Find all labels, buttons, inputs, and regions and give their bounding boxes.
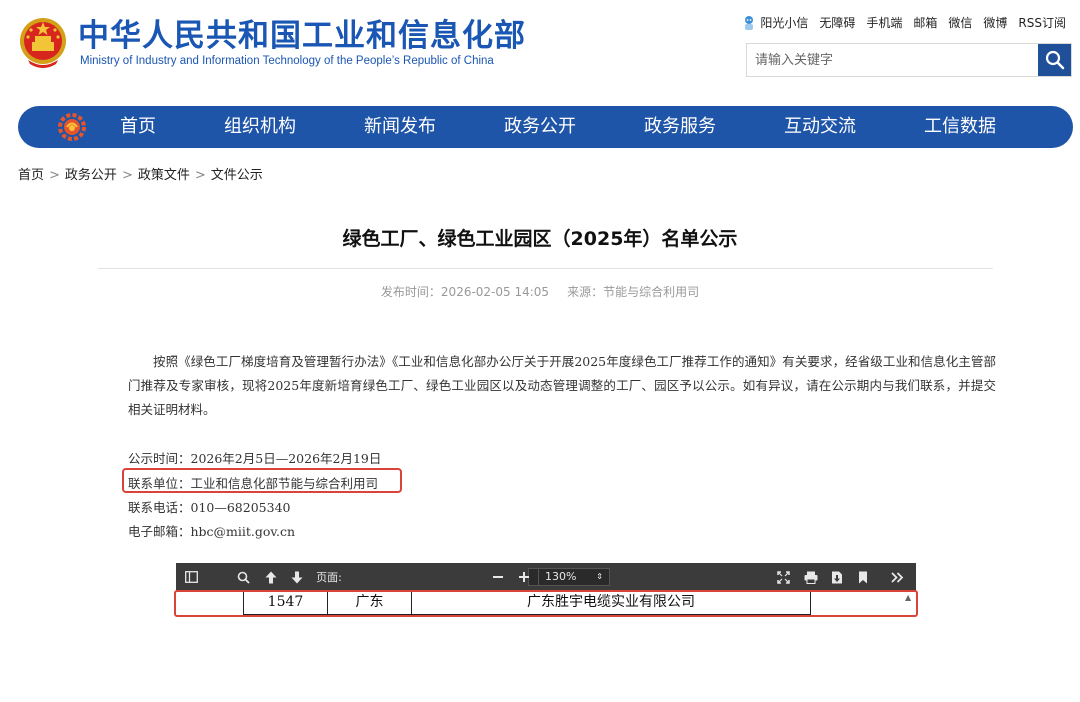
- breadcrumb-separator: >: [49, 168, 60, 183]
- site-title: 中华人民共和国工业和信息化部: [78, 18, 526, 54]
- link-sunshine-assistant[interactable]: 阳光小信: [760, 14, 808, 31]
- pdf-find-button[interactable]: [232, 563, 254, 591]
- fullscreen-icon: [776, 570, 790, 584]
- next-page-button[interactable]: [286, 563, 308, 591]
- pdf-row-highlight: [174, 590, 918, 617]
- breadcrumb-separator: >: [121, 168, 133, 183]
- chevron-updown-icon: ⇕: [596, 572, 603, 581]
- breadcrumb-file-notice[interactable]: 文件公示: [211, 168, 263, 183]
- toggle-sidebar-button[interactable]: [180, 563, 202, 591]
- nav-home[interactable]: 首页: [120, 106, 156, 148]
- contact-unit-highlight: [122, 468, 402, 493]
- nav-interaction[interactable]: 互动交流: [784, 106, 856, 148]
- link-rss[interactable]: RSS订阅: [1018, 14, 1066, 31]
- robot-icon: [745, 15, 754, 30]
- link-accessibility[interactable]: 无障碍: [819, 14, 855, 31]
- link-mailbox[interactable]: 邮箱: [913, 14, 937, 31]
- print-button[interactable]: [800, 563, 822, 591]
- download-icon: [832, 571, 842, 583]
- link-weibo[interactable]: 微博: [983, 14, 1007, 31]
- sidebar-toggle-icon: [184, 571, 198, 583]
- link-wechat[interactable]: 微信: [948, 14, 972, 31]
- search-input[interactable]: [747, 44, 1037, 76]
- article-title: 绿色工厂、绿色工业园区（2025年）名单公示: [342, 228, 738, 250]
- notice-period: 公示时间：2026年2月5日—2026年2月19日: [128, 451, 382, 466]
- zoom-out-button[interactable]: [488, 563, 508, 591]
- site-subtitle-en: Ministry of Industry and Information Tec…: [80, 55, 494, 67]
- nav-news[interactable]: 新闻发布: [364, 106, 436, 148]
- presentation-mode-button[interactable]: [772, 563, 794, 591]
- scroll-up-arrow-icon[interactable]: ▲: [905, 593, 911, 602]
- zoom-select[interactable]: 130% ⇕: [538, 568, 610, 586]
- download-button[interactable]: [826, 563, 848, 591]
- nav-services[interactable]: 政务服务: [644, 106, 716, 148]
- top-links: 阳光小信 无障碍 手机端 邮箱 微信 微博 RSS订阅: [742, 14, 1066, 31]
- page-label: 页面:: [316, 571, 342, 584]
- plus-icon: [519, 572, 529, 582]
- find-icon: [237, 571, 250, 584]
- contact-phone: 联系电话：010—68205340: [128, 500, 291, 515]
- tools-button[interactable]: [886, 563, 908, 591]
- nav-data[interactable]: 工信数据: [924, 106, 996, 148]
- title-divider: [98, 268, 993, 269]
- contact-email: 电子邮箱：hbc@miit.gov.cn: [128, 524, 296, 539]
- nav-organization[interactable]: 组织机构: [224, 106, 296, 148]
- publish-time: 发布时间：2026-02-05 14:05: [380, 285, 550, 299]
- previous-page-button[interactable]: [260, 563, 282, 591]
- search-icon: [1045, 50, 1064, 70]
- article-source: 来源：节能与综合利用司: [567, 285, 700, 299]
- double-chevron-right-icon: [890, 571, 903, 583]
- print-icon: [804, 571, 818, 584]
- zoom-value: 130%: [545, 570, 577, 583]
- breadcrumb-home[interactable]: 首页: [18, 168, 44, 183]
- article-meta: 发布时间：2026-02-05 14:05 来源：节能与综合利用司: [0, 283, 1080, 300]
- search-button[interactable]: [1038, 44, 1071, 76]
- pdf-toolbar: 页面: 44 / 57 130%⇕: [176, 563, 916, 591]
- ministry-gear-logo: [58, 113, 86, 141]
- national-emblem-logo: [18, 16, 68, 70]
- arrow-up-icon: [265, 571, 277, 583]
- main-nav: 首页 组织机构 新闻发布 政务公开 政务服务 互动交流 工信数据: [18, 106, 1073, 148]
- nav-government-affairs[interactable]: 政务公开: [504, 106, 576, 148]
- zoom-in-button[interactable]: [514, 563, 534, 591]
- bookmark-button[interactable]: [852, 563, 874, 591]
- breadcrumb-government-affairs[interactable]: 政务公开: [65, 168, 117, 183]
- minus-icon: [493, 576, 503, 578]
- breadcrumb-separator: >: [194, 168, 206, 183]
- article-body: 按照《绿色工厂梯度培育及管理暂行办法》《工业和信息化部办公厅关于开展2025年度…: [128, 354, 996, 417]
- link-mobile[interactable]: 手机端: [866, 14, 902, 31]
- bookmark-icon: [859, 571, 867, 583]
- search-box: [746, 43, 1072, 77]
- arrow-down-icon: [291, 571, 303, 583]
- breadcrumb: 首页 > 政务公开 > 政策文件 > 文件公示: [18, 164, 263, 183]
- breadcrumb-policy-documents[interactable]: 政策文件: [138, 168, 190, 183]
